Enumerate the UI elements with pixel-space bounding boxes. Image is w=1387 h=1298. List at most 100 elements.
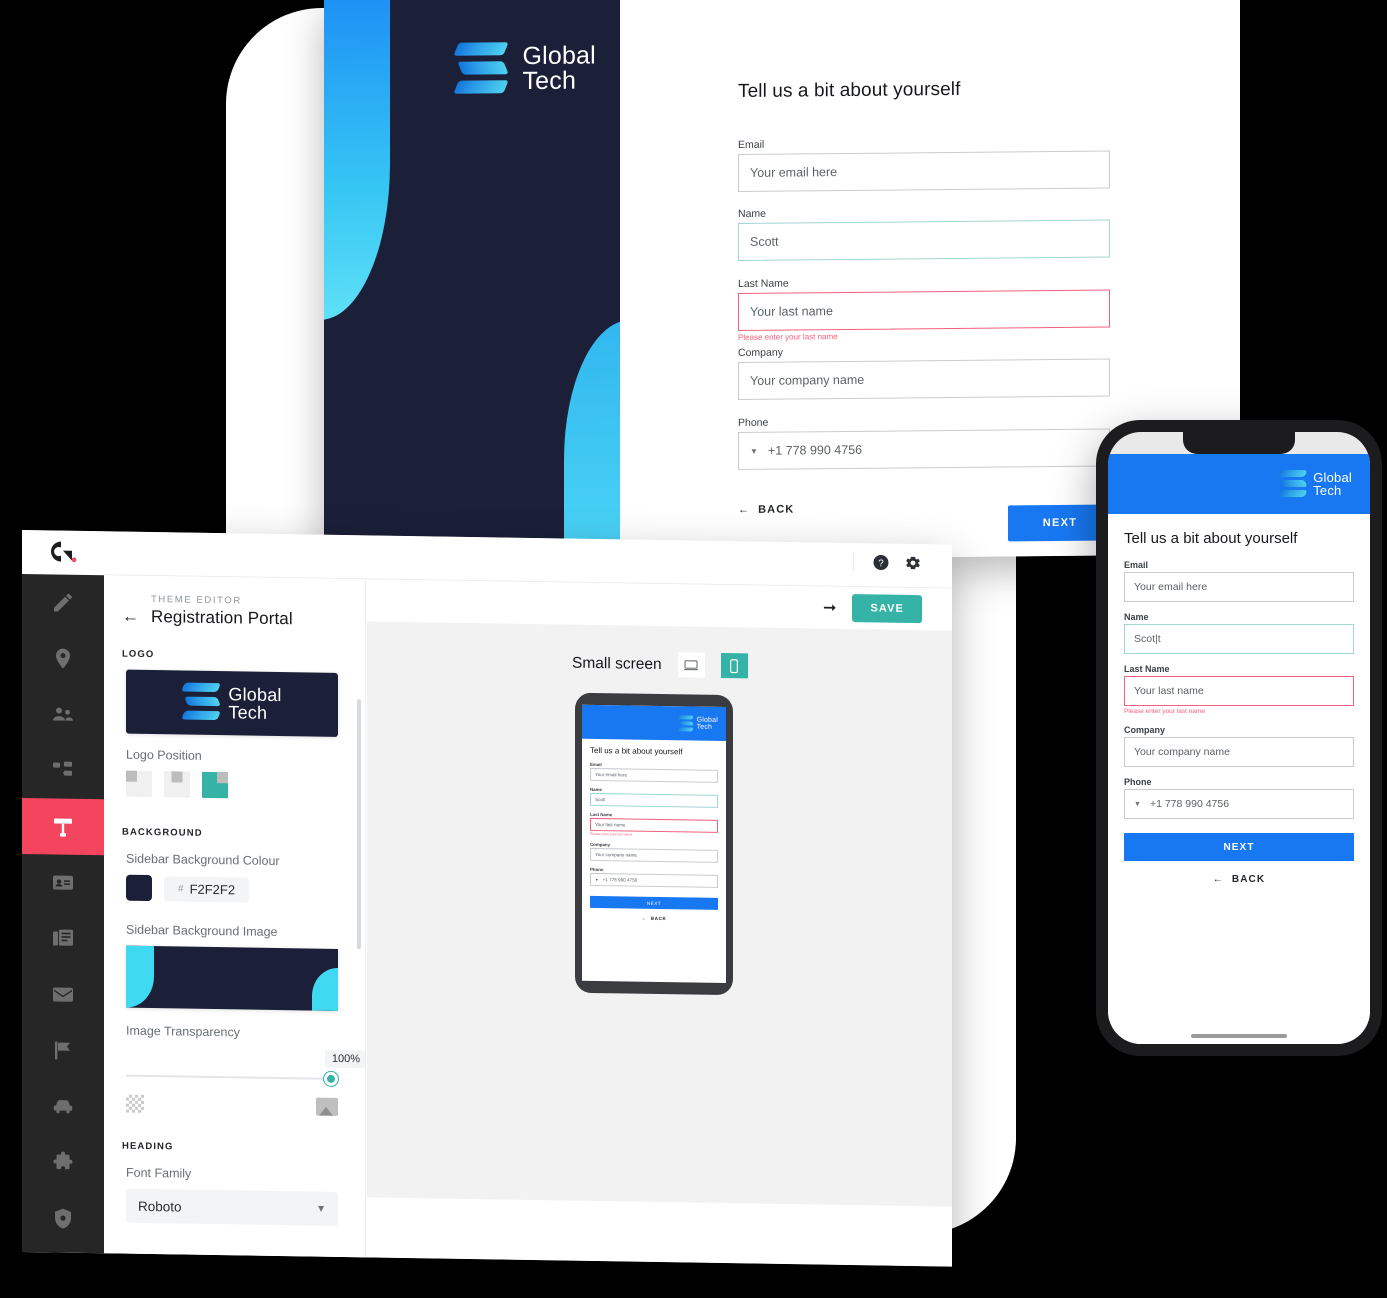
global-tech-logomark-iphone [1277,468,1308,501]
iphone-input-phone[interactable]: ▼ +1 778 990 4756 [1124,789,1354,819]
shield-icon [55,1208,71,1229]
iphone-value-last-name: Your last name [1134,685,1204,697]
page-title: Tell us a bit about yourself [738,78,961,103]
iphone-field-name: Name Scot|t [1124,612,1354,654]
preview-field-last-name: Last Name Your last name Please enter yo… [590,812,718,838]
logo-preview[interactable]: Global Tech [126,669,338,737]
sidebar-item-badges[interactable] [22,854,104,911]
field-label-last-name: Last Name [738,277,789,291]
image-transparency-slider[interactable]: 100% [126,1047,366,1105]
brand-logo-text: Global Tech [522,41,595,96]
sidebar-item-people[interactable] [22,686,104,743]
preview-page-title: Tell us a bit about yourself [590,745,683,757]
save-button[interactable]: SAVE [852,594,922,624]
panel-scrollbar[interactable] [357,699,361,950]
sidebar-item-integrations[interactable] [22,1134,104,1191]
preview-next-button[interactable]: NEXT [590,895,718,910]
logo-position-options [126,770,365,801]
email-input[interactable]: Your email here [738,150,1110,193]
gear-icon[interactable] [904,554,922,572]
iphone-value-email: Your email here [1134,581,1208,593]
section-heading-background: BACKGROUND [122,826,203,839]
sidebar-item-messages[interactable] [22,966,104,1023]
image-icon [316,1097,338,1116]
iphone-input-company[interactable]: Your company name [1124,737,1354,767]
help-circle-icon[interactable]: ? [872,553,890,571]
iphone-logo-text: Global Tech [1313,471,1352,498]
preview-back-label: BACK [650,915,667,922]
iphone-next-label: NEXT [1223,841,1255,853]
mobile-icon [730,658,739,673]
iphone-page-title: Tell us a bit about yourself [1124,530,1298,547]
back-button[interactable]: ← BACK [738,503,794,516]
svg-text:?: ? [878,558,884,569]
sidebar-item-documents[interactable] [22,910,104,967]
font-family-label: Font Family [126,1165,192,1181]
theme-editor-app-window: ? ← THEME EDITOR Registration Portal LOG… [22,530,952,1267]
field-email: Email Your email here [738,135,1110,193]
sidebar-item-locations[interactable] [22,630,104,687]
phone-input[interactable]: ▼ +1 778 990 4756 [738,428,1110,471]
preview-input-phone[interactable]: ▼ +1 778 990 4756 [590,872,718,888]
desktop-icon [684,659,699,670]
sidebar-wave-bottom [564,320,620,563]
sidebar-item-vehicles[interactable] [22,1078,104,1135]
logo-position-center-option[interactable] [164,771,190,798]
preview-input-name[interactable]: Scott [590,792,718,808]
sidebar-item-flags[interactable] [22,1022,104,1079]
preview-input-company[interactable]: Your company name [590,847,718,863]
iphone-input-last-name[interactable]: Your last name [1124,676,1354,706]
hex-value: F2F2F2 [189,881,236,897]
company-input-value: Your company name [750,372,865,388]
iphone-input-name[interactable]: Scot|t [1124,624,1354,654]
iphone-next-button[interactable]: NEXT [1124,833,1354,861]
people-icon [53,707,73,721]
publish-arrow-right-icon[interactable]: ➞ [823,598,836,618]
field-label-phone: Phone [738,416,769,430]
company-input[interactable]: Your company name [738,358,1110,401]
sidebar-item-edit[interactable] [22,574,104,631]
next-button-label: NEXT [1042,516,1078,530]
sidebar-bg-colour-swatch[interactable] [126,874,152,902]
app-logo-icon [51,541,77,563]
desktop-preview-toggle[interactable] [677,652,705,678]
slider-track[interactable] [126,1074,334,1080]
sidebar-bg-image-label: Sidebar Background Image [126,922,278,940]
sidebar-item-org-chart[interactable] [22,742,104,799]
iphone-chevron-down-icon[interactable]: ▼ [1134,801,1141,808]
preview-input-email[interactable]: Your email here [590,767,718,783]
logo-position-right-option[interactable] [202,771,228,799]
sidebar-item-theme[interactable] [22,798,104,856]
id-card-icon [53,875,73,890]
mobile-preview-toggle[interactable] [720,652,748,679]
editor-back-arrow-left-icon[interactable]: ← [122,607,139,626]
flag-icon [55,1041,70,1060]
iphone-value-phone: +1 778 990 4756 [1149,798,1230,810]
phone-input-value: +1 778 990 4756 [767,442,863,458]
iphone-error-last-name: Please enter your last name [1124,708,1205,715]
slider-knob[interactable] [324,1071,338,1086]
name-input[interactable]: Scott [738,219,1110,262]
pencil-icon [54,593,72,612]
country-code-chevron-down-icon[interactable]: ▼ [750,446,758,455]
sidebar-bg-image-preview[interactable] [126,945,338,1011]
logo-position-left-option[interactable] [126,770,152,798]
sidebar-item-security[interactable] [22,1190,104,1247]
last-name-input-value: Your last name [750,304,833,319]
app-logo[interactable] [22,530,104,576]
iphone-input-email[interactable]: Your email here [1124,572,1354,602]
iphone-logo-line-2: Tech [1313,483,1342,498]
logo-line-2: Tech [522,66,577,96]
font-family-select[interactable]: Roboto ▼ [126,1188,338,1226]
last-name-input[interactable]: Your last name [738,289,1110,332]
editor-title: Registration Portal [151,607,293,629]
preview-back-button[interactable]: ← BACK [590,915,718,922]
editor-eyebrow: THEME EDITOR [151,594,242,607]
iphone-label-company: Company [1124,725,1166,735]
paint-roller-icon [54,818,72,837]
sidebar-bg-colour-hex-input[interactable]: # F2F2F2 [164,875,250,903]
preview-input-last-name[interactable]: Your last name [590,817,718,833]
field-name: Name Scott [738,204,1110,262]
iphone-back-button[interactable]: ← BACK [1124,874,1354,885]
registration-sidebar: Global Tech [324,0,620,563]
